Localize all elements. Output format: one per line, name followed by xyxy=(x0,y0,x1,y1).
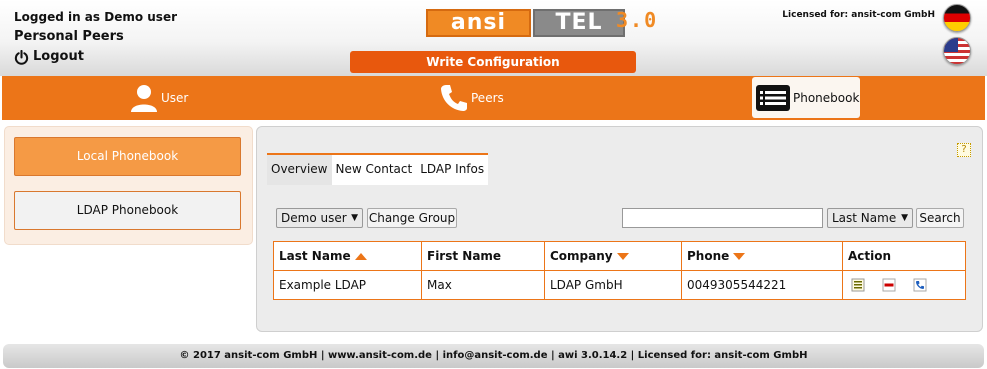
main-nav: User Peers Phonebook xyxy=(2,76,985,120)
column-last-name-label: Last Name xyxy=(279,249,351,263)
tab-overview[interactable]: Overview xyxy=(267,155,332,185)
edit-icon[interactable] xyxy=(851,278,865,292)
help-icon[interactable]: ? xyxy=(957,143,971,157)
logo-ansi: ansi xyxy=(426,9,531,37)
tab-new-contact[interactable]: New Contact xyxy=(332,155,417,185)
table-row: Example LDAP Max LDAP GmbH 0049305544221 xyxy=(273,270,966,300)
column-first-name: First Name xyxy=(421,241,545,271)
column-company-label: Company xyxy=(550,249,613,263)
main-panel: ? Overview New Contact LDAP Infos Demo u… xyxy=(256,126,983,332)
cell-first-name: Max xyxy=(421,270,545,300)
logo-version: 3.0 xyxy=(616,8,659,32)
nav-phonebook[interactable]: Phonebook xyxy=(752,77,860,118)
sort-asc-icon xyxy=(354,253,367,260)
cell-actions xyxy=(842,270,966,300)
search-button[interactable]: Search xyxy=(916,208,964,228)
chevron-down-icon: ▼ xyxy=(351,213,358,223)
sort-field-select[interactable]: Last Name ▼ xyxy=(827,208,913,228)
logged-in-label: Logged in as Demo user xyxy=(14,10,177,24)
cell-company: LDAP GmbH xyxy=(544,270,682,300)
logout-link[interactable]: Logout xyxy=(14,49,177,65)
column-action: Action xyxy=(842,241,966,271)
nav-peers-label: Peers xyxy=(471,91,504,105)
sort-desc-icon xyxy=(616,253,629,260)
user-info: Logged in as Demo user Personal Peers Lo… xyxy=(14,9,177,65)
sort-desc-icon xyxy=(733,253,746,260)
ansitel-logo: ansi TEL 3.0 xyxy=(423,8,685,40)
logo-tel: TEL xyxy=(533,9,625,37)
dial-icon[interactable] xyxy=(913,278,927,292)
cell-phone: 0049305544221 xyxy=(681,270,843,300)
write-configuration-button[interactable]: Write Configuration xyxy=(350,51,636,73)
change-group-button[interactable]: Change Group xyxy=(367,208,457,228)
column-first-name-label: First Name xyxy=(427,249,502,263)
column-phone[interactable]: Phone xyxy=(681,241,843,271)
nav-phonebook-label: Phonebook xyxy=(793,90,860,105)
sidebar: Local Phonebook LDAP Phonebook xyxy=(4,126,253,245)
header: Logged in as Demo user Personal Peers Lo… xyxy=(0,0,987,76)
flag-us-canton xyxy=(944,38,958,52)
group-select-value: Demo user xyxy=(281,211,347,225)
sort-field-value: Last Name xyxy=(832,211,897,225)
list-icon xyxy=(756,84,790,111)
delete-icon[interactable] xyxy=(882,278,896,292)
nav-user-label: User xyxy=(161,91,189,105)
chevron-down-icon: ▼ xyxy=(901,213,908,223)
table-header-row: Last Name First Name Company Phone Actio… xyxy=(273,241,966,271)
group-select[interactable]: Demo user ▼ xyxy=(276,208,363,228)
sidebar-item-ldap-phonebook[interactable]: LDAP Phonebook xyxy=(14,191,241,230)
column-action-label: Action xyxy=(848,249,892,263)
user-icon xyxy=(131,85,157,112)
flag-us-icon[interactable] xyxy=(943,37,971,65)
section-title: Personal Peers xyxy=(14,29,124,44)
phone-icon xyxy=(441,85,467,111)
tab-bar: Overview New Contact LDAP Infos xyxy=(267,153,489,185)
cell-last-name: Example LDAP xyxy=(273,270,422,300)
column-phone-label: Phone xyxy=(687,249,730,263)
nav-user[interactable]: User xyxy=(129,78,188,118)
sidebar-item-local-phonebook[interactable]: Local Phonebook xyxy=(14,137,241,176)
contacts-table: Last Name First Name Company Phone Actio… xyxy=(273,241,966,300)
flag-de-icon[interactable] xyxy=(943,4,971,32)
power-icon xyxy=(14,49,29,65)
column-last-name[interactable]: Last Name xyxy=(273,241,422,271)
tab-ldap-infos[interactable]: LDAP Infos xyxy=(416,155,488,185)
column-company[interactable]: Company xyxy=(544,241,682,271)
license-label: Licensed for: ansit-com GmbH xyxy=(782,10,935,20)
nav-peers[interactable]: Peers xyxy=(439,78,504,118)
footer: © 2017 ansit-com GmbH | www.ansit-com.de… xyxy=(3,344,984,368)
logout-label: Logout xyxy=(33,49,84,64)
search-input[interactable] xyxy=(622,208,823,228)
